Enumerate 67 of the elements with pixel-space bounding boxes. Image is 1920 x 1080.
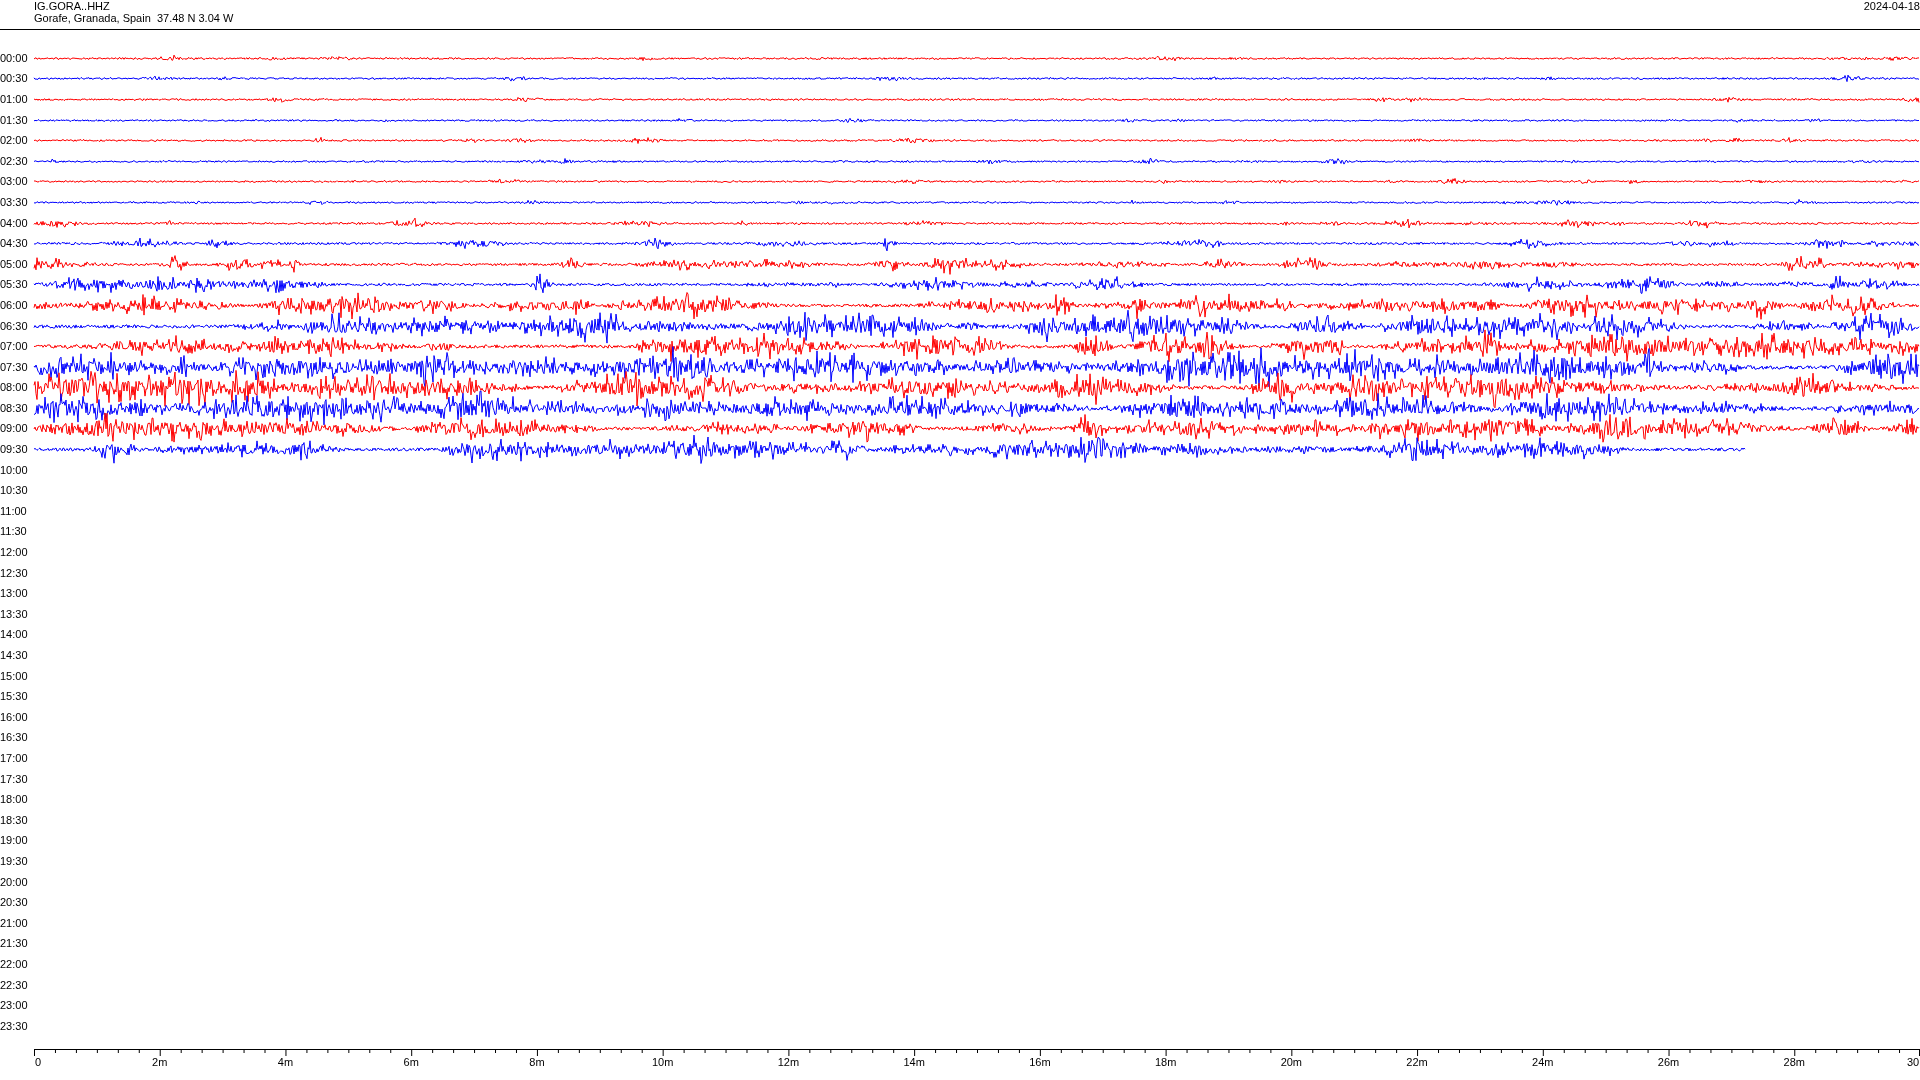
time-label: 04:00 — [0, 217, 29, 229]
time-label: 08:00 — [0, 382, 29, 394]
time-label: 01:30 — [0, 114, 29, 126]
time-label: 03:00 — [0, 176, 29, 188]
time-label: 17:00 — [0, 753, 29, 764]
time-label: 16:30 — [0, 732, 29, 744]
station-code: IG.GORA..HHZ — [34, 0, 111, 12]
time-label: 06:00 — [0, 299, 29, 311]
time-label: 13:30 — [0, 608, 29, 620]
time-label: 13:00 — [0, 588, 29, 600]
time-label: 05:00 — [0, 258, 29, 270]
time-label: 08:30 — [0, 402, 29, 414]
time-label: 10:00 — [0, 464, 29, 476]
time-label: 09:00 — [0, 423, 29, 435]
time-label: 22:30 — [0, 979, 29, 991]
axis-tick-label: 26m — [1657, 1056, 1680, 1068]
time-label: 01:00 — [0, 94, 29, 105]
time-label: 12:00 — [0, 547, 29, 559]
axis-tick-label: 2m — [152, 1056, 168, 1068]
time-label: 00:00 — [0, 52, 29, 64]
time-label: 02:00 — [0, 135, 29, 147]
date-label: 2024-04-18 — [1863, 0, 1920, 14]
time-label: 04:30 — [0, 238, 29, 250]
time-label: 07:30 — [0, 361, 29, 373]
time-label: 19:30 — [0, 855, 29, 867]
time-label: 15:30 — [0, 691, 29, 703]
time-label: 17:30 — [0, 773, 29, 785]
axis-tick-label: 28m — [1783, 1056, 1805, 1068]
time-label: 06:30 — [0, 320, 29, 332]
time-label: 19:00 — [0, 835, 29, 847]
time-label: 11:30 — [0, 526, 28, 538]
time-label: 05:30 — [0, 279, 29, 291]
time-label: 16:00 — [0, 711, 29, 723]
time-label: 18:00 — [0, 794, 29, 806]
axis-tick-label: 30 — [1906, 1056, 1920, 1068]
axis-tick-label: 20m — [1280, 1056, 1303, 1068]
time-label: 23:30 — [0, 1020, 29, 1032]
time-label: 14:00 — [0, 629, 29, 641]
time-label: 20:30 — [0, 897, 29, 909]
axis-tick-label: 22m — [1406, 1056, 1428, 1068]
axis-tick-label: 12m — [777, 1056, 800, 1068]
station-location: Gorafe, Granada, Spain 37.48 N 3.04 W — [34, 12, 234, 24]
axis-tick-label: 0 — [34, 1056, 42, 1068]
time-label: 18:30 — [0, 814, 29, 826]
time-label: 22:00 — [0, 958, 29, 970]
time-label: 02:30 — [0, 155, 29, 167]
time-label: 21:00 — [0, 917, 29, 929]
time-label: 20:00 — [0, 876, 29, 888]
time-label: 11:00 — [0, 505, 28, 517]
axis-tick-label: 14m — [903, 1056, 925, 1068]
time-label: 14:30 — [0, 650, 29, 661]
time-label: 00:30 — [0, 73, 29, 85]
time-label: 07:00 — [0, 341, 29, 353]
time-label: 03:30 — [0, 196, 29, 208]
axis-tick-label: 18m — [1154, 1056, 1177, 1068]
axis-tick-label: 4m — [277, 1056, 294, 1068]
axis-tick-label: 8m — [529, 1056, 545, 1068]
time-label: 23:00 — [0, 1000, 29, 1012]
axis-tick-label: 16m — [1029, 1056, 1051, 1068]
time-label: 15:00 — [0, 670, 29, 682]
time-label: 10:30 — [0, 485, 29, 497]
time-label: 09:30 — [0, 444, 29, 456]
axis-tick-label: 24m — [1532, 1056, 1554, 1068]
time-label: 21:30 — [0, 938, 29, 950]
time-label: 12:30 — [0, 567, 29, 579]
axis-tick-label: 10m — [651, 1056, 674, 1068]
axis-tick-label: 6m — [403, 1056, 419, 1068]
